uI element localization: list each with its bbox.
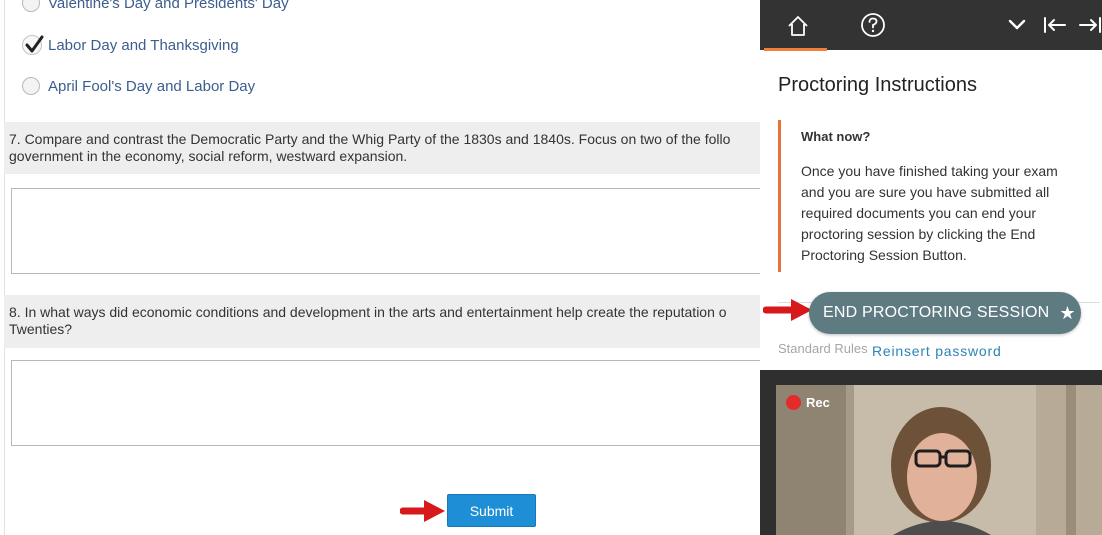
question-text: government in the economy, social reform… [9, 148, 408, 164]
question-7: 7. Compare and contrast the Democratic P… [4, 122, 760, 174]
checkmark-icon [25, 35, 44, 53]
instructions-line: and you are sure you have submitted all [801, 184, 1050, 200]
standard-rules-link[interactable]: Standard Rules [778, 341, 868, 356]
red-arrow-icon [763, 299, 812, 321]
panel-title: Proctoring Instructions [778, 74, 977, 96]
answer-option[interactable]: Labor Day and Thanksgiving [22, 35, 239, 55]
radio-button[interactable] [22, 0, 40, 12]
option-label: Valentine's Day and Presidents' Day [48, 0, 289, 12]
proctoring-panel: Proctoring Instructions What now? Once y… [760, 0, 1102, 535]
radio-button-selected[interactable] [22, 35, 44, 55]
chevron-down-icon[interactable] [1008, 18, 1026, 32]
instructions-box: What now? Once you have finished taking … [778, 120, 1081, 272]
webcam-area: Rec [760, 370, 1102, 535]
answer-textarea-7[interactable] [11, 188, 760, 274]
exam-page: Valentine's Day and Presidents' Day Labo… [0, 0, 760, 535]
record-dot-icon [786, 395, 801, 410]
red-arrow-icon [400, 500, 445, 522]
tab-home[interactable] [764, 0, 827, 50]
star-icon: ★ [1059, 302, 1076, 323]
instructions-heading: What now? [801, 129, 871, 144]
instructions-line: Once you have finished taking your exam [801, 163, 1058, 179]
panel-toolbar [760, 0, 1102, 51]
instructions-line: required documents you can end your [801, 205, 1037, 221]
question-text: Twenties? [9, 321, 73, 337]
end-proctoring-session-button[interactable]: END PROCTORING SESSION ★ [809, 292, 1081, 334]
question-8: 8. In what ways did economic conditions … [4, 295, 760, 348]
instructions-line: Proctoring Session Button. [801, 247, 967, 263]
answer-textarea-8[interactable] [11, 360, 760, 446]
expand-right-icon[interactable] [1078, 17, 1102, 33]
collapse-left-icon[interactable] [1043, 17, 1067, 33]
recording-indicator: Rec [786, 395, 830, 410]
answer-option[interactable]: April Fool's Day and Labor Day [22, 76, 255, 96]
reinsert-password-link[interactable]: Reinsert password [872, 343, 1002, 359]
instructions-line: proctoring session by clicking the End [801, 226, 1036, 242]
option-label: April Fool's Day and Labor Day [48, 77, 256, 95]
submit-button[interactable]: Submit [447, 494, 536, 527]
end-session-label: END PROCTORING SESSION [823, 304, 1050, 321]
radio-button[interactable] [22, 77, 40, 95]
instructions-body: Once you have finished taking your exam … [801, 161, 1086, 266]
webcam-feed: Rec [776, 385, 1102, 535]
question-text: 7. Compare and contrast the Democratic P… [9, 131, 731, 147]
active-tab-indicator [764, 48, 827, 51]
option-label: Labor Day and Thanksgiving [48, 36, 239, 54]
question-text: 8. In what ways did economic conditions … [9, 304, 727, 320]
help-icon[interactable] [860, 12, 886, 38]
page-border [4, 0, 5, 535]
answer-option[interactable]: Valentine's Day and Presidents' Day [22, 0, 289, 13]
home-icon [788, 16, 808, 36]
rec-label: Rec [806, 395, 830, 410]
